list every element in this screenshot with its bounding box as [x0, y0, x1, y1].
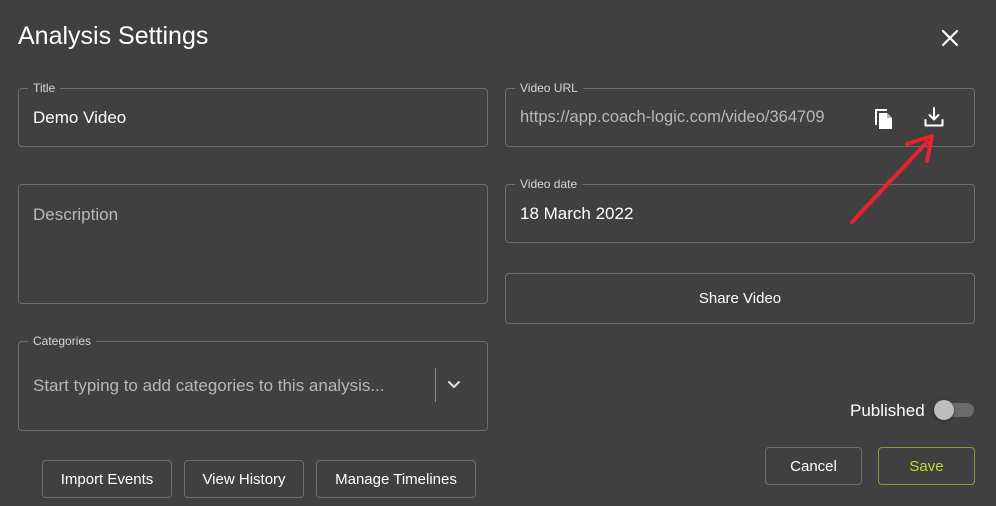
published-toggle-thumb[interactable] [934, 400, 954, 420]
save-button[interactable]: Save [878, 447, 975, 485]
title-field[interactable]: Title Demo Video [18, 81, 488, 147]
video-date-value: 18 March 2022 [520, 204, 634, 223]
categories-placeholder: Start typing to add categories to this a… [33, 376, 385, 395]
categories-divider [435, 368, 436, 402]
video-url-label: Video URL [515, 81, 583, 95]
import-events-button[interactable]: Import Events [42, 460, 172, 498]
copy-url-button[interactable] [870, 103, 898, 131]
download-icon [924, 107, 944, 127]
manage-timelines-button[interactable]: Manage Timelines [316, 460, 476, 498]
description-placeholder: Description [33, 205, 119, 224]
video-url-field[interactable]: Video URL https://app.coach-logic.com/vi… [505, 81, 975, 147]
published-label: Published [850, 401, 925, 420]
description-field[interactable]: Description [18, 184, 488, 304]
copy-icon [875, 109, 892, 129]
title-field-value: Demo Video [33, 108, 127, 127]
close-button[interactable] [934, 22, 966, 54]
video-date-label: Video date [515, 177, 583, 191]
dialog-title: Analysis Settings [18, 22, 209, 50]
categories-field-label: Categories [28, 334, 97, 348]
cancel-button[interactable]: Cancel [765, 447, 862, 485]
categories-dropdown-button[interactable] [440, 371, 468, 399]
categories-field[interactable]: Categories Start typing to add categorie… [18, 334, 488, 431]
video-url-value: https://app.coach-logic.com/video/364709 [520, 108, 825, 126]
download-video-button[interactable] [920, 103, 948, 131]
close-icon [941, 29, 959, 47]
title-field-label: Title [28, 81, 61, 95]
view-history-button[interactable]: View History [184, 460, 304, 498]
video-date-field[interactable]: Video date 18 March 2022 [505, 177, 975, 243]
chevron-down-icon [448, 381, 460, 388]
share-video-button[interactable]: Share Video [505, 273, 975, 324]
